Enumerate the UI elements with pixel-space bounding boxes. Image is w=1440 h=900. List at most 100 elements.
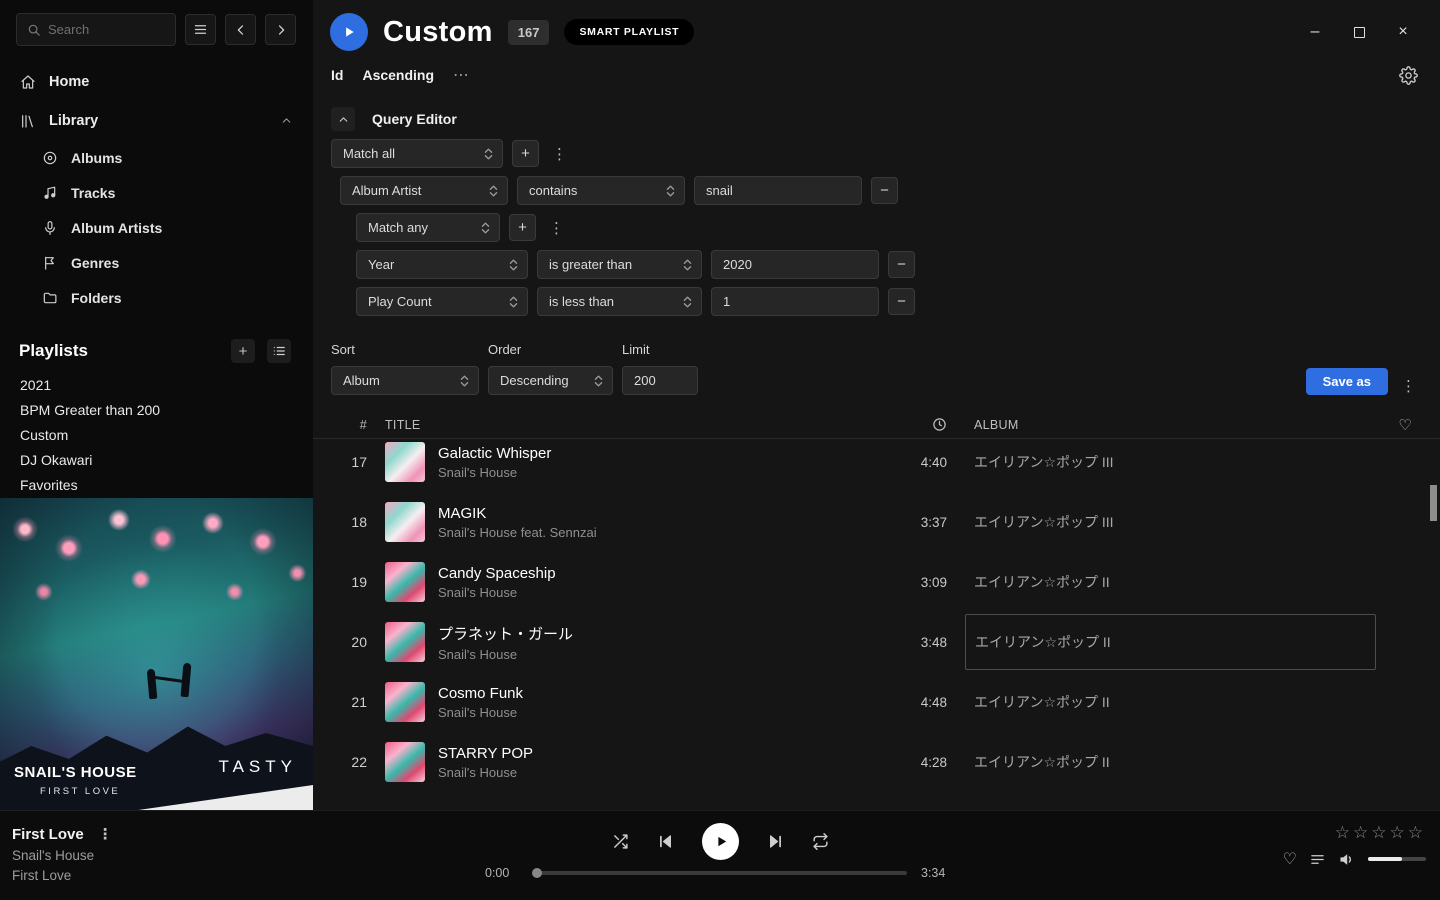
table-row[interactable]: 20 プラネット・ガール Snail's House 3:48 エイリアン☆ポッ…: [313, 612, 1440, 672]
playlist-item[interactable]: Favorites: [0, 473, 313, 498]
remove-rule-button[interactable]: −: [871, 177, 898, 204]
dots-vertical-icon: ⋮: [1401, 378, 1416, 395]
table-row[interactable]: 22 STARRY POP Snail's House 4:28 エイリアン☆ポ…: [313, 732, 1440, 792]
track-title: プラネット・ガール: [438, 623, 573, 644]
sort-field-button[interactable]: Id: [331, 67, 343, 83]
table-row[interactable]: 21 Cosmo Funk Snail's House 4:48 エイリアン☆ポ…: [313, 672, 1440, 732]
star-icon[interactable]: ☆: [1390, 823, 1408, 842]
seek-bar[interactable]: [533, 871, 907, 875]
volume-button[interactable]: [1338, 851, 1355, 868]
playlist-list-button[interactable]: [267, 339, 291, 363]
chevron-updown-icon: [489, 184, 498, 198]
match-type-select[interactable]: Match all: [331, 139, 503, 168]
body-row: Home Library Albums: [0, 0, 1440, 810]
queue-button[interactable]: [1310, 852, 1325, 867]
group-menu-button[interactable]: ⋮: [545, 219, 568, 237]
star-icon[interactable]: ☆: [1408, 823, 1426, 842]
previous-track-button[interactable]: [657, 833, 674, 850]
play-playlist-button[interactable]: [330, 13, 368, 51]
window-close-button[interactable]: ×: [1386, 17, 1420, 47]
seek-handle[interactable]: [532, 868, 542, 878]
rule-field-select[interactable]: Album Artist: [340, 176, 508, 205]
album-art-thumb: [385, 502, 425, 542]
favorite-button[interactable]: ♡: [1283, 849, 1297, 869]
rule-value-input[interactable]: [711, 250, 879, 279]
remove-rule-button[interactable]: −: [888, 251, 915, 278]
table-row[interactable]: 17 Galactic Whisper Snail's House 4:40 エ…: [313, 439, 1440, 492]
column-header-album[interactable]: ALBUM: [965, 418, 1358, 432]
play-pause-button[interactable]: [702, 823, 739, 860]
nav-back-button[interactable]: [225, 14, 256, 45]
track-album-focused-cell[interactable]: エイリアン☆ポップ II: [965, 614, 1376, 670]
star-icon[interactable]: ☆: [1371, 823, 1389, 842]
sidebar-item-folders[interactable]: Folders: [0, 280, 313, 315]
now-playing-title[interactable]: First Love: [12, 826, 84, 843]
sort-direction-button[interactable]: Ascending: [362, 67, 434, 83]
rule-value-input[interactable]: [694, 176, 862, 205]
track-title: STARRY POP: [438, 745, 533, 762]
remove-rule-button[interactable]: −: [888, 288, 915, 315]
rule-operator-select[interactable]: is less than: [537, 287, 702, 316]
repeat-button[interactable]: [812, 833, 829, 850]
plus-icon: +: [521, 145, 530, 162]
rating-stars[interactable]: ☆☆☆☆☆: [1335, 823, 1426, 843]
sidebar-nav: Home Library Albums: [0, 56, 313, 315]
now-playing-menu-button[interactable]: ⋮: [94, 825, 117, 843]
rule-value-input[interactable]: [711, 287, 879, 316]
sidebar-item-home[interactable]: Home: [0, 62, 313, 101]
vertical-scrollbar[interactable]: [1430, 485, 1437, 521]
rule-field-select[interactable]: Play Count: [356, 287, 528, 316]
sort-select[interactable]: Album: [331, 366, 479, 395]
shuffle-button[interactable]: [612, 833, 629, 850]
sidebar-item-tracks[interactable]: Tracks: [0, 175, 313, 210]
chevron-updown-icon: [594, 374, 603, 388]
playlist-item[interactable]: BPM Greater than 200: [0, 398, 313, 423]
group-match-type-select[interactable]: Match any: [356, 213, 500, 242]
chevron-up-icon[interactable]: [280, 114, 293, 127]
playlist-item[interactable]: Custom: [0, 423, 313, 448]
search-input[interactable]: [48, 22, 165, 37]
star-icon[interactable]: ☆: [1353, 823, 1371, 842]
save-as-button[interactable]: Save as: [1306, 368, 1388, 395]
more-options-icon[interactable]: ⋯: [453, 65, 470, 85]
rule-operator-select[interactable]: contains: [517, 176, 685, 205]
playlist-item[interactable]: 2021: [0, 373, 313, 398]
now-playing-album[interactable]: First Love: [12, 868, 300, 883]
nav-forward-button[interactable]: [265, 14, 296, 45]
now-playing-artist[interactable]: Snail's House: [12, 848, 300, 863]
star-icon[interactable]: ☆: [1335, 823, 1353, 842]
sidebar-item-label: Albums: [71, 150, 122, 166]
playlist-item[interactable]: DJ Okawari: [0, 448, 313, 473]
table-row[interactable]: 18 MAGIK Snail's House feat. Sennzai 3:3…: [313, 492, 1440, 552]
sidebar-item-label: Tracks: [71, 185, 115, 201]
rule-operator-select[interactable]: is greater than: [537, 250, 702, 279]
table-row[interactable]: 19 Candy Spaceship Snail's House 3:09 エイ…: [313, 552, 1440, 612]
settings-button[interactable]: [1399, 66, 1418, 85]
volume-fill: [1368, 857, 1402, 861]
search-box[interactable]: [16, 13, 176, 46]
order-select[interactable]: Descending: [488, 366, 613, 395]
window-minimize-button[interactable]: –: [1298, 17, 1332, 47]
sidebar-item-library[interactable]: Library: [0, 101, 313, 140]
collapse-query-editor-button[interactable]: [331, 107, 355, 131]
add-group-rule-button[interactable]: +: [509, 214, 536, 241]
column-header-title[interactable]: TITLE: [385, 418, 865, 432]
column-header-duration[interactable]: [883, 417, 947, 432]
sidebar-item-genres[interactable]: Genres: [0, 245, 313, 280]
column-header-favorite[interactable]: ♡: [1376, 416, 1412, 434]
save-menu-button[interactable]: ⋮: [1397, 377, 1420, 395]
rule-menu-button[interactable]: ⋮: [548, 145, 571, 163]
add-rule-button[interactable]: +: [512, 140, 539, 167]
rule-field-select[interactable]: Year: [356, 250, 528, 279]
menu-button[interactable]: [185, 14, 216, 45]
volume-slider[interactable]: [1368, 857, 1426, 861]
window-maximize-button[interactable]: [1342, 17, 1376, 47]
limit-input[interactable]: [622, 366, 698, 395]
column-header-number[interactable]: #: [339, 418, 367, 432]
sidebar-item-albums[interactable]: Albums: [0, 140, 313, 175]
window-controls: – ×: [1298, 17, 1420, 47]
sidebar-item-album-artists[interactable]: Album Artists: [0, 210, 313, 245]
add-playlist-button[interactable]: +: [231, 339, 255, 363]
player-right-controls: ☆☆☆☆☆ ♡: [1140, 811, 1440, 900]
next-track-button[interactable]: [767, 833, 784, 850]
